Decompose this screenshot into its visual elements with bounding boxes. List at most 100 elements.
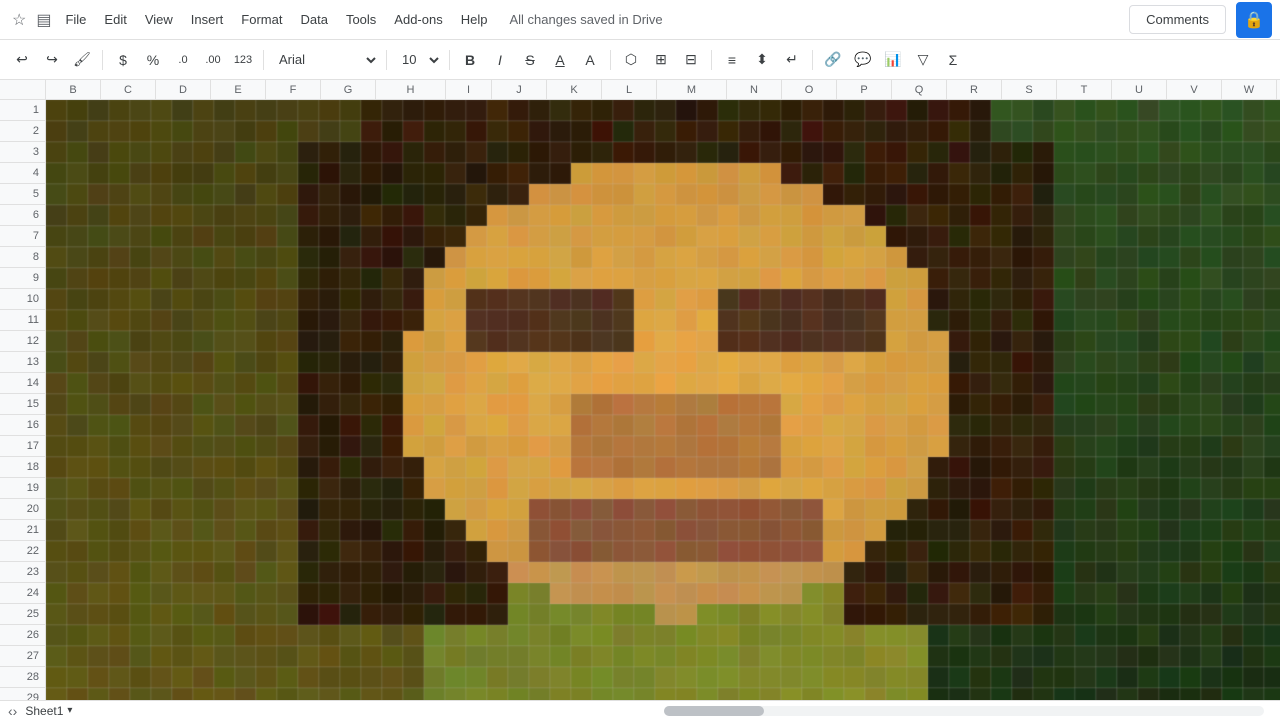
paint-format-button[interactable]: 🖌	[68, 46, 96, 74]
format-123-button[interactable]: 123	[229, 46, 257, 74]
menu-data[interactable]: Data	[292, 8, 335, 31]
row-num-2[interactable]: 2	[0, 121, 45, 142]
saved-status: All changes saved in Drive	[509, 12, 662, 27]
bold-button[interactable]: B	[456, 46, 484, 74]
menu-help[interactable]: Help	[453, 8, 496, 31]
col-header-N[interactable]: N	[727, 80, 782, 99]
menu-edit[interactable]: Edit	[96, 8, 134, 31]
row-num-5[interactable]: 5	[0, 184, 45, 205]
col-header-D[interactable]: D	[156, 80, 211, 99]
row-num-25[interactable]: 25	[0, 604, 45, 625]
row-num-16[interactable]: 16	[0, 415, 45, 436]
row-num-28[interactable]: 28	[0, 667, 45, 688]
row-num-7[interactable]: 7	[0, 226, 45, 247]
bottom-bar: ‹ › Sheet1 ▾	[0, 700, 1280, 720]
row-num-12[interactable]: 12	[0, 331, 45, 352]
col-header-B[interactable]: B	[46, 80, 101, 99]
menu-file[interactable]: File	[57, 8, 94, 31]
col-header-I[interactable]: I	[446, 80, 492, 99]
valign-button[interactable]: ⬍	[748, 46, 776, 74]
toolbar: ↩ ↪ 🖌 $ % .0 .00 123 Arial 10 B I S A A …	[0, 40, 1280, 80]
row-num-23[interactable]: 23	[0, 562, 45, 583]
col-header-P[interactable]: P	[837, 80, 892, 99]
row-num-9[interactable]: 9	[0, 268, 45, 289]
row-numbers: 1234567891011121314151617181920212223242…	[0, 100, 46, 700]
text-color-button[interactable]: A	[576, 46, 604, 74]
row-num-27[interactable]: 27	[0, 646, 45, 667]
row-num-11[interactable]: 11	[0, 310, 45, 331]
star-icon[interactable]: ☆	[8, 6, 30, 34]
row-num-14[interactable]: 14	[0, 373, 45, 394]
col-header-C[interactable]: C	[101, 80, 156, 99]
row-num-15[interactable]: 15	[0, 394, 45, 415]
italic-button[interactable]: I	[486, 46, 514, 74]
underline-button[interactable]: A	[546, 46, 574, 74]
redo-button[interactable]: ↪	[38, 46, 66, 74]
column-headers: BCDEFGHIJKLMNOPQRSTUVWX	[0, 80, 1280, 100]
col-header-V[interactable]: V	[1167, 80, 1222, 99]
wrap-button[interactable]: ↵	[778, 46, 806, 74]
font-size-select[interactable]: 10	[393, 47, 443, 73]
row-num-13[interactable]: 13	[0, 352, 45, 373]
col-header-K[interactable]: K	[547, 80, 602, 99]
col-header-L[interactable]: L	[602, 80, 657, 99]
sheet-tab-dropdown[interactable]: ▾	[67, 705, 72, 716]
share-lock-button[interactable]: 🔒	[1236, 2, 1272, 38]
align-button[interactable]: ≡	[718, 46, 746, 74]
row-num-18[interactable]: 18	[0, 457, 45, 478]
percent-button[interactable]: %	[139, 46, 167, 74]
col-header-O[interactable]: O	[782, 80, 837, 99]
row-num-24[interactable]: 24	[0, 583, 45, 604]
menu-insert[interactable]: Insert	[183, 8, 232, 31]
scroll-area[interactable]	[664, 706, 1264, 716]
col-header-J[interactable]: J	[492, 80, 547, 99]
row-num-29[interactable]: 29	[0, 688, 45, 700]
col-header-W[interactable]: W	[1222, 80, 1277, 99]
undo-button[interactable]: ↩	[8, 46, 36, 74]
menu-format[interactable]: Format	[233, 8, 290, 31]
col-header-Q[interactable]: Q	[892, 80, 947, 99]
col-header-E[interactable]: E	[211, 80, 266, 99]
row-num-8[interactable]: 8	[0, 247, 45, 268]
link-button[interactable]: 🔗	[819, 46, 847, 74]
filter-button[interactable]: ▽	[909, 46, 937, 74]
comments-button[interactable]: Comments	[1129, 5, 1226, 34]
row-num-3[interactable]: 3	[0, 142, 45, 163]
row-num-21[interactable]: 21	[0, 520, 45, 541]
folder-icon[interactable]: ▤	[32, 6, 55, 34]
col-header-G[interactable]: G	[321, 80, 376, 99]
decimal-increase-button[interactable]: .00	[199, 46, 227, 74]
row-num-17[interactable]: 17	[0, 436, 45, 457]
row-num-4[interactable]: 4	[0, 163, 45, 184]
col-header-F[interactable]: F	[266, 80, 321, 99]
comment-button[interactable]: 💬	[849, 46, 877, 74]
merge-button[interactable]: ⊟	[677, 46, 705, 74]
row-num-6[interactable]: 6	[0, 205, 45, 226]
fill-color-button[interactable]: ⬡	[617, 46, 645, 74]
col-header-R[interactable]: R	[947, 80, 1002, 99]
row-num-10[interactable]: 10	[0, 289, 45, 310]
decimal-decrease-button[interactable]: .0	[169, 46, 197, 74]
col-header-M[interactable]: M	[657, 80, 727, 99]
currency-button[interactable]: $	[109, 46, 137, 74]
menu-addons[interactable]: Add-ons	[386, 8, 450, 31]
row-num-20[interactable]: 20	[0, 499, 45, 520]
sheet-tab[interactable]: Sheet1 ▾	[17, 702, 80, 720]
col-header-S[interactable]: S	[1002, 80, 1057, 99]
row-num-1[interactable]: 1	[0, 100, 45, 121]
toolbar-separator-7	[812, 50, 813, 70]
col-header-H[interactable]: H	[376, 80, 446, 99]
strikethrough-button[interactable]: S	[516, 46, 544, 74]
menu-tools[interactable]: Tools	[338, 8, 384, 31]
function-button[interactable]: Σ	[939, 46, 967, 74]
chart-button[interactable]: 📊	[879, 46, 907, 74]
toolbar-separator-2	[263, 50, 264, 70]
menu-view[interactable]: View	[137, 8, 181, 31]
row-num-22[interactable]: 22	[0, 541, 45, 562]
row-num-19[interactable]: 19	[0, 478, 45, 499]
font-select[interactable]: Arial	[270, 47, 380, 73]
row-num-26[interactable]: 26	[0, 625, 45, 646]
borders-button[interactable]: ⊞	[647, 46, 675, 74]
col-header-U[interactable]: U	[1112, 80, 1167, 99]
col-header-T[interactable]: T	[1057, 80, 1112, 99]
